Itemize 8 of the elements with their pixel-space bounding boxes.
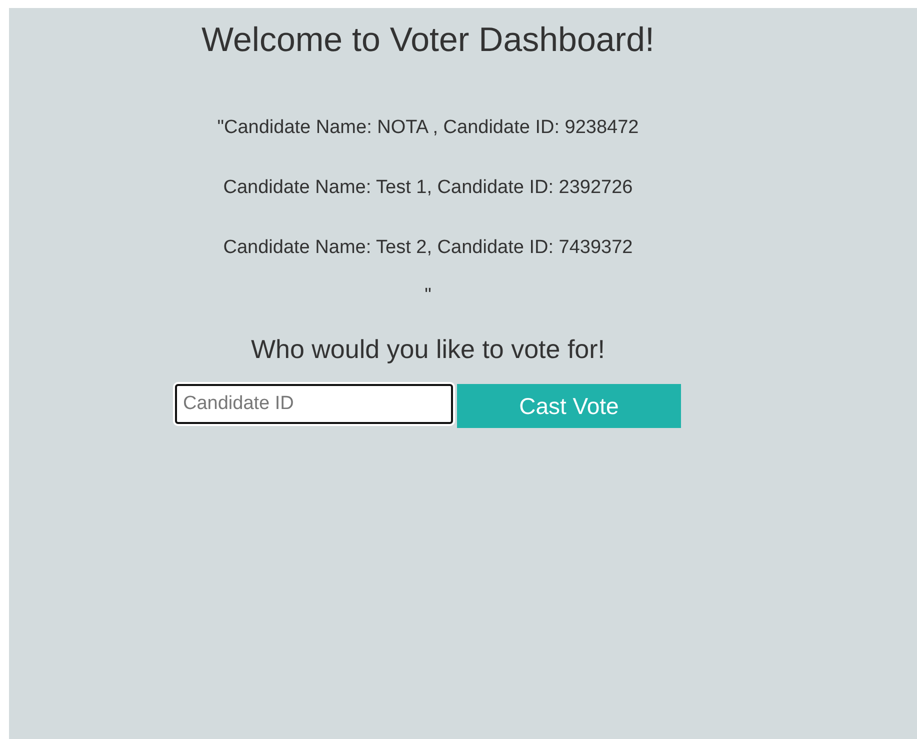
candidate-text: " xyxy=(424,286,432,306)
candidate-text: Candidate Name: Test 1, Candidate ID: 2392726 xyxy=(223,176,633,200)
vote-prompt: Who would you like to vote for! xyxy=(250,333,606,366)
cast-vote-button[interactable]: Cast Vote xyxy=(457,384,681,428)
page-title: Welcome to Voter Dashboard! xyxy=(202,20,654,60)
candidate-text: "Candidate Name: NOTA , Candidate ID: 9238472 xyxy=(217,116,639,140)
candidate-id-field[interactable]: Candidate ID xyxy=(175,384,453,424)
candidate-text: Candidate Name: Test 2, Candidate ID: 7439372 xyxy=(223,236,633,260)
